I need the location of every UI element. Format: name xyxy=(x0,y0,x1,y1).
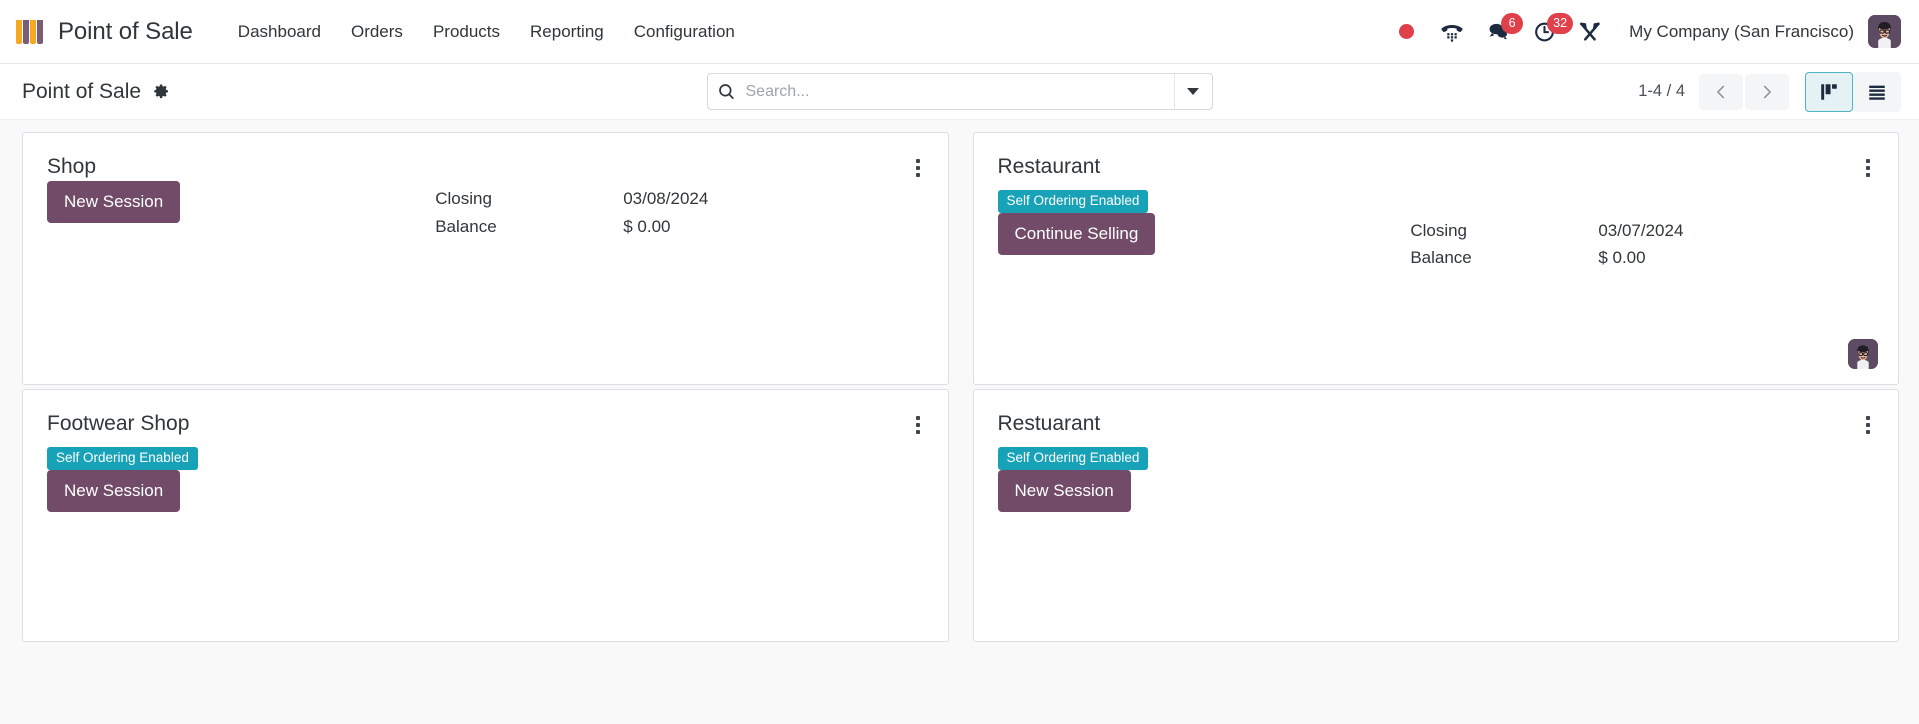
view-toggle-list[interactable] xyxy=(1853,71,1901,112)
avatar[interactable] xyxy=(1868,15,1901,48)
card-spacer xyxy=(47,239,926,368)
new-session-button[interactable]: New Session xyxy=(997,469,1131,512)
new-session-button[interactable]: New Session xyxy=(47,181,181,223)
status-badge: Self Ordering Enabled xyxy=(47,447,198,470)
company-switcher[interactable]: My Company (San Francisco) xyxy=(1629,22,1854,42)
card-header: Shop xyxy=(47,155,926,181)
search-dropdown-toggle[interactable] xyxy=(1173,74,1212,109)
kanban-view: Shop New Session Closing Balance 03/08/2… xyxy=(0,120,1919,724)
menu-item-products[interactable]: Products xyxy=(418,16,515,48)
search-container xyxy=(706,73,1213,110)
control-panel: Point of Sale 1-4 / 4 xyxy=(0,64,1919,120)
pager-previous-button[interactable] xyxy=(1699,73,1743,110)
control-panel-right: 1-4 / 4 xyxy=(1638,71,1901,112)
card-body: New Session xyxy=(47,469,926,512)
closing-balance-value: $ 0.00 xyxy=(1598,248,1646,268)
closing-balance-block: Closing Balance 03/08/2024 $ 0.00 xyxy=(435,187,708,239)
menu-item-dashboard[interactable]: Dashboard xyxy=(223,16,336,48)
breadcrumb: Point of Sale xyxy=(22,80,170,104)
continue-selling-button[interactable]: Continue Selling xyxy=(997,212,1156,255)
card-title: Shop xyxy=(47,155,97,178)
menu-item-configuration[interactable]: Configuration xyxy=(619,16,750,48)
brand-group[interactable]: Point of Sale xyxy=(16,17,193,47)
view-toggle-kanban[interactable] xyxy=(1805,71,1853,112)
closing-balance-value: $ 0.00 xyxy=(623,216,671,236)
pager-next-button[interactable] xyxy=(1745,73,1789,110)
pager-buttons xyxy=(1699,73,1789,110)
kebab-menu-icon[interactable] xyxy=(1860,155,1876,181)
kanban-card-footwear-shop[interactable]: Footwear Shop Self Ordering Enabled New … xyxy=(22,389,949,642)
menu-item-reporting[interactable]: Reporting xyxy=(515,16,619,48)
chevron-down-icon xyxy=(1187,88,1199,95)
kanban-card-restaurant[interactable]: Restaurant Self Ordering Enabled Continu… xyxy=(972,132,1899,385)
gear-icon[interactable] xyxy=(152,83,170,101)
card-header: Restaurant Self Ordering Enabled xyxy=(997,155,1877,213)
closing-date-value: 03/08/2024 xyxy=(623,189,709,208)
status-badge: Self Ordering Enabled xyxy=(997,190,1149,213)
pos-awning-icon xyxy=(16,17,46,47)
pager-count: 1-4 / 4 xyxy=(1638,82,1685,100)
messages-count-badge: 6 xyxy=(1501,12,1524,34)
closing-label: Closing xyxy=(1410,220,1468,240)
list-view-icon xyxy=(1869,85,1885,100)
app-brand-name[interactable]: Point of Sale xyxy=(58,18,193,46)
card-body: Continue Selling Closing Balance 03/07/2… xyxy=(997,212,1877,271)
new-session-button[interactable]: New Session xyxy=(47,469,181,512)
card-body: New Session xyxy=(997,469,1877,512)
card-header: Restuarant Self Ordering Enabled xyxy=(997,412,1877,470)
search-icon xyxy=(708,82,746,101)
closing-label: Closing xyxy=(435,189,492,208)
card-spacer xyxy=(998,271,1877,368)
avatar[interactable] xyxy=(1848,339,1878,369)
chevron-right-icon xyxy=(1763,85,1771,98)
activities-menu[interactable]: 32 xyxy=(1521,12,1574,52)
card-spacer xyxy=(47,512,926,625)
phone-dialpad-icon[interactable] xyxy=(1429,12,1475,52)
closing-date-value: 03/07/2024 xyxy=(1598,220,1684,240)
balance-label: Balance xyxy=(1410,248,1472,268)
page-title: Point of Sale xyxy=(22,79,142,103)
kanban-card-restuarant[interactable]: Restuarant Self Ordering Enabled New Ses… xyxy=(972,389,1899,642)
card-header: Footwear Shop Self Ordering Enabled xyxy=(47,412,926,470)
card-body: New Session Closing Balance 03/08/2024 $… xyxy=(47,181,926,239)
view-switcher xyxy=(1805,71,1901,112)
status-badge: Self Ordering Enabled xyxy=(997,447,1149,470)
menu-item-orders[interactable]: Orders xyxy=(336,16,418,48)
messages-menu[interactable]: 6 xyxy=(1475,12,1524,52)
record-dot-icon[interactable] xyxy=(1383,12,1429,52)
card-title: Footwear Shop xyxy=(47,412,190,435)
closing-balance-block: Closing Balance 03/07/2024 $ 0.00 xyxy=(1410,219,1683,271)
card-title: Restuarant xyxy=(997,412,1101,435)
kebab-menu-icon[interactable] xyxy=(1860,412,1876,438)
kebab-menu-icon[interactable] xyxy=(910,155,926,181)
systray: 6 32 My Company (San Francisco) xyxy=(1383,12,1901,52)
kebab-menu-icon[interactable] xyxy=(910,412,926,438)
card-title: Restaurant xyxy=(997,155,1101,178)
chevron-left-icon xyxy=(1717,85,1725,98)
kanban-card-shop[interactable]: Shop New Session Closing Balance 03/08/2… xyxy=(22,132,949,385)
card-spacer xyxy=(998,512,1877,625)
kanban-grid: Shop New Session Closing Balance 03/08/2… xyxy=(0,126,1919,642)
search-input[interactable] xyxy=(745,82,1174,101)
kanban-view-icon xyxy=(1821,83,1837,100)
main-menu: Dashboard Orders Products Reporting Conf… xyxy=(223,16,750,48)
top-navbar: Point of Sale Dashboard Orders Products … xyxy=(0,0,1919,64)
tools-wrench-screwdriver-icon[interactable] xyxy=(1567,12,1613,52)
balance-label: Balance xyxy=(435,216,497,236)
